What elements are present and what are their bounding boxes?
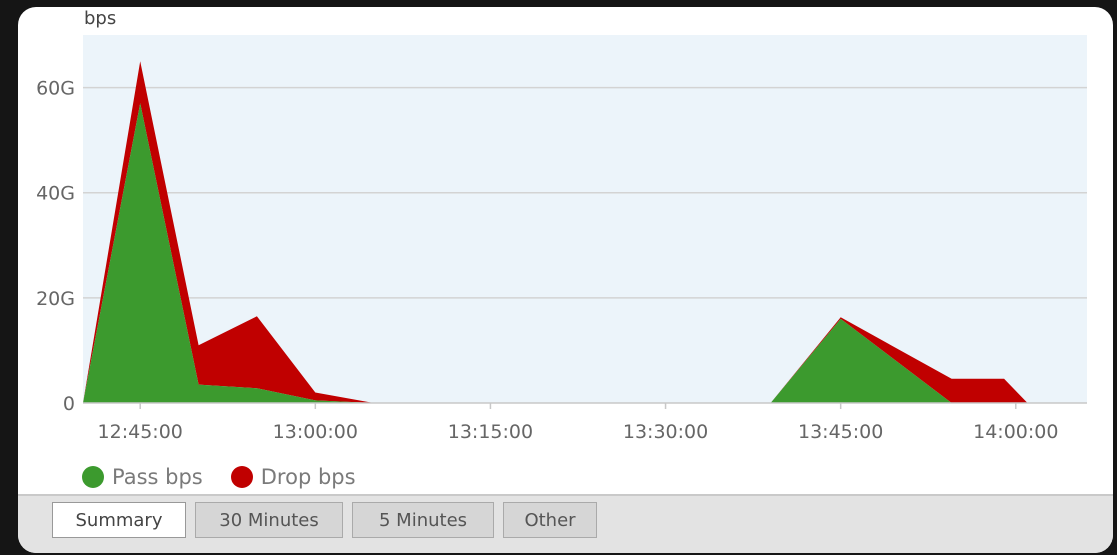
y-tick-label: 20G — [36, 288, 75, 310]
y-axis-unit-label: bps — [84, 8, 117, 29]
y-tick-label: 60G — [36, 78, 75, 100]
traffic-chart: 0 20G 40G 60G 12:45:00 13:00:00 13:15:00 13:30:… — [36, 35, 1087, 443]
x-tick-label: 14:00:00 — [973, 421, 1058, 443]
tab-summary[interactable]: Summary — [52, 502, 186, 538]
range-tab-bar: Summary 30 Minutes 5 Minutes Other — [18, 494, 1113, 553]
legend: Pass bps Drop bps — [82, 461, 356, 493]
y-tick-label: 40G — [36, 183, 75, 205]
y-tick-label: 0 — [63, 393, 75, 415]
tab-other[interactable]: Other — [503, 502, 597, 538]
tab-30-minutes[interactable]: 30 Minutes — [195, 502, 343, 538]
legend-pass-swatch — [82, 466, 104, 488]
x-tick-label: 13:30:00 — [623, 421, 708, 443]
legend-item-drop[interactable]: Drop bps — [230, 465, 356, 489]
legend-drop-label: Drop bps — [260, 465, 356, 489]
x-tick-label: 12:45:00 — [98, 421, 183, 443]
legend-drop-swatch — [230, 466, 253, 488]
legend-pass-label: Pass bps — [112, 465, 203, 489]
legend-item-pass[interactable]: Pass bps — [82, 465, 203, 489]
x-tick-label: 13:45:00 — [798, 421, 883, 443]
tab-5-minutes[interactable]: 5 Minutes — [352, 502, 494, 538]
x-tick-label: 13:15:00 — [448, 421, 533, 443]
x-tick-label: 13:00:00 — [273, 421, 358, 443]
chart-panel: 0 20G 40G 60G 12:45:00 13:00:00 13:15:00 13:30:… — [18, 7, 1113, 553]
